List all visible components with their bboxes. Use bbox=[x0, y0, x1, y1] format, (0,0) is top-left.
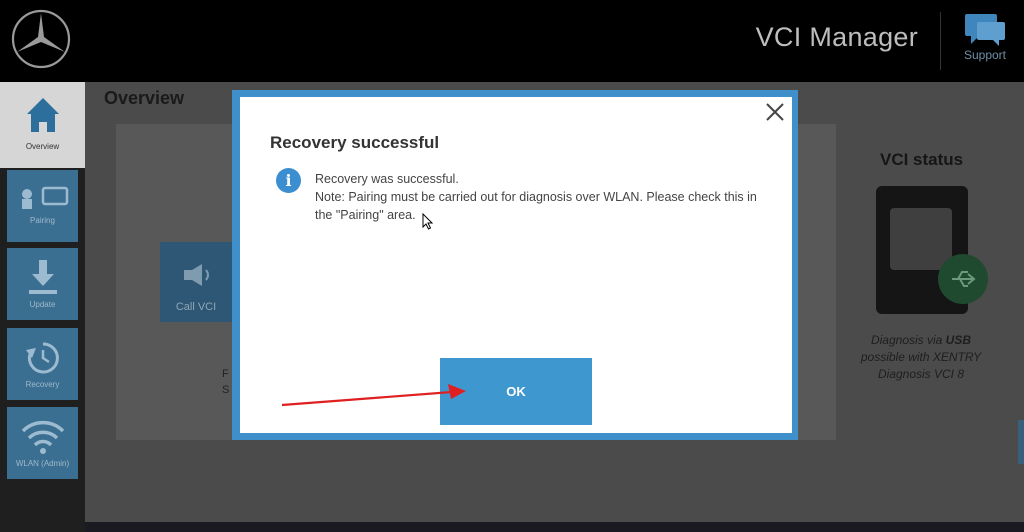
annotation-arrow-icon bbox=[281, 384, 466, 407]
home-icon bbox=[26, 98, 59, 132]
header-divider bbox=[940, 12, 941, 70]
sidebar-item-recovery[interactable]: Recovery bbox=[7, 328, 78, 400]
close-icon[interactable] bbox=[764, 101, 786, 123]
vci-status-description: Diagnosis via USB possible with XENTRY D… bbox=[846, 332, 996, 383]
side-scroll-tab[interactable] bbox=[1018, 420, 1024, 464]
sidebar-item-label: Overview bbox=[25, 142, 60, 151]
vci-desc-line: Diagnosis VCI 8 bbox=[877, 367, 965, 381]
app-title: VCI Manager bbox=[755, 22, 918, 52]
recovery-icon bbox=[25, 342, 59, 374]
page-title: Overview bbox=[104, 88, 185, 108]
support-button[interactable]: Support bbox=[950, 12, 1020, 72]
wifi-icon bbox=[21, 420, 64, 454]
dialog-message: Recovery was successful. Note: Pairing m… bbox=[315, 170, 775, 224]
call-vci-label: Call VCI bbox=[175, 301, 217, 313]
sidebar-item-overview[interactable]: Overview bbox=[0, 82, 85, 168]
usb-icon bbox=[952, 271, 976, 287]
vci-status-title: VCI status bbox=[880, 150, 964, 169]
download-icon bbox=[28, 260, 57, 294]
sidebar-item-wlan[interactable]: WLAN (Admin) bbox=[7, 407, 78, 479]
megaphone-icon bbox=[184, 264, 209, 286]
mouse-cursor-icon bbox=[422, 213, 434, 230]
mercedes-star-icon bbox=[11, 9, 71, 69]
sidebar-item-label: WLAN (Admin) bbox=[15, 459, 70, 468]
usb-badge bbox=[938, 254, 988, 304]
sidebar-item-update[interactable]: Update bbox=[7, 248, 78, 320]
sidebar-item-pairing[interactable]: Pairing bbox=[7, 170, 78, 242]
sidebar: Overview Pairing Update Recovery WLAN (A… bbox=[0, 82, 85, 532]
sidebar-item-label: Update bbox=[29, 300, 56, 309]
dialog-message-line: Note: Pairing must be carried out for di… bbox=[315, 190, 757, 222]
bottom-strip bbox=[85, 522, 1024, 532]
chat-bubble-icon bbox=[965, 14, 1005, 46]
vci-desc-prefix: Diagnosis via bbox=[870, 333, 946, 347]
call-vci-button[interactable]: Call VCI bbox=[160, 242, 232, 322]
support-label: Support bbox=[963, 48, 1007, 62]
partial-text-line: F bbox=[222, 368, 229, 380]
dialog-message-line: Recovery was successful. bbox=[315, 172, 459, 186]
dialog-title: Recovery successful bbox=[270, 133, 440, 152]
vci-desc-bold: USB bbox=[945, 333, 972, 347]
sidebar-item-label: Pairing bbox=[30, 216, 55, 225]
partial-text: F S bbox=[222, 366, 229, 398]
vci-desc-line: Diagnosis via USB bbox=[846, 332, 996, 349]
info-icon: i bbox=[276, 168, 301, 193]
vci-desc-line: possible with XENTRY bbox=[860, 350, 982, 364]
app-header: VCI Manager Support bbox=[0, 0, 1024, 82]
sidebar-item-label: Recovery bbox=[25, 380, 60, 389]
partial-text-line: S bbox=[222, 384, 230, 396]
